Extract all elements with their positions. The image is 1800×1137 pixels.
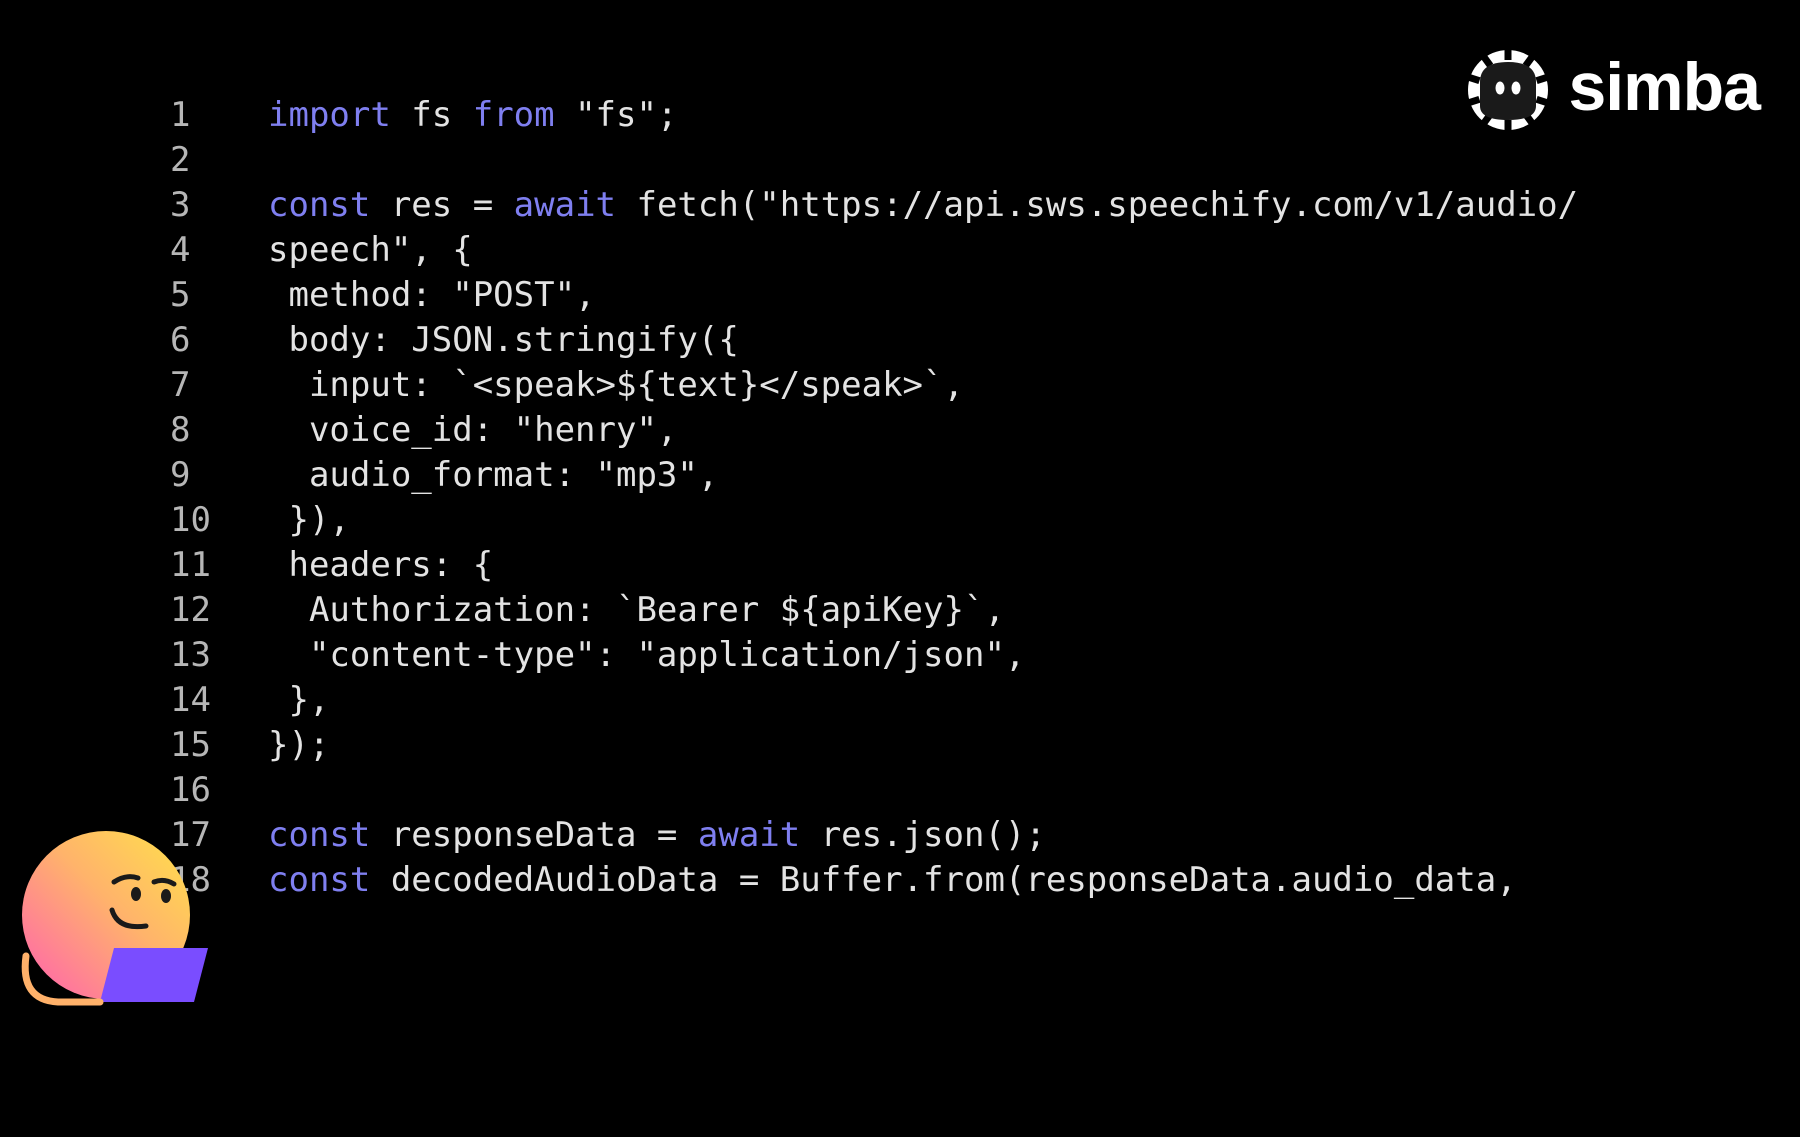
line-number: 6 xyxy=(170,319,191,360)
line-number: 2 xyxy=(170,139,191,180)
code-token: }), xyxy=(268,499,350,540)
code-text: voice_id: "henry", xyxy=(268,410,677,450)
code-token: res = xyxy=(370,184,514,225)
code-text: Authorization: `Bearer ${apiKey}`, xyxy=(268,590,1005,630)
code-line: 6 body: JSON.stringify({ xyxy=(170,317,1578,362)
line-number: 3 xyxy=(170,184,191,225)
code-text: method: "POST", xyxy=(268,274,596,315)
code-line: 14 }, xyxy=(170,677,1578,722)
code-line: 9 audio_format: "mp3", xyxy=(170,452,1578,497)
code-token: audio_format: "mp3", xyxy=(268,454,719,495)
code-token: decodedAudioData = Buffer.from(responseD… xyxy=(370,859,1517,900)
code-line: 15}); xyxy=(170,722,1578,767)
brand-name: simba xyxy=(1568,49,1761,125)
code-block: 1 import fs from "fs"; 2 3 const res = await… xyxy=(170,92,1578,902)
code-token: body: JSON.stringify({ xyxy=(268,319,739,360)
code-line: 5 method: "POST", xyxy=(170,272,1578,317)
line-number: 16 xyxy=(170,769,211,810)
code-text: headers: { xyxy=(268,545,493,585)
code-text: const res = await fetch("https://api.sws… xyxy=(268,185,1578,225)
code-keyword: import xyxy=(268,94,391,135)
code-line: 7 input: `<speak>${text}</speak>`, xyxy=(170,362,1578,407)
code-text: body: JSON.stringify({ xyxy=(268,319,739,360)
code-text: input: `<speak>${text}</speak>`, xyxy=(268,365,964,405)
code-line: 12 Authorization: `Bearer ${apiKey}`, xyxy=(170,587,1578,632)
code-token: }, xyxy=(268,679,330,720)
line-number: 8 xyxy=(170,409,191,450)
code-token: fetch("https://api.sws.speechify.com/v1/… xyxy=(616,184,1579,225)
line-number: 4 xyxy=(170,229,191,270)
code-keyword: await xyxy=(697,814,801,855)
code-token: responseData = xyxy=(370,814,698,855)
code-token: "content-type": "application/json", xyxy=(268,634,1026,675)
code-token: fs xyxy=(390,94,473,135)
code-token: method: "POST", xyxy=(268,274,596,315)
code-keyword: const xyxy=(268,184,371,225)
code-text: import fs from "fs"; xyxy=(268,95,677,135)
line-number: 12 xyxy=(170,589,211,630)
code-line: 13 "content-type": "application/json", xyxy=(170,632,1578,677)
code-line: 10 }), xyxy=(170,497,1578,542)
line-number: 15 xyxy=(170,724,211,765)
code-token: "fs"; xyxy=(554,94,678,135)
line-number: 11 xyxy=(170,544,211,585)
code-keyword: const xyxy=(268,859,371,900)
code-keyword: await xyxy=(513,184,617,225)
code-text: }), xyxy=(268,499,350,540)
code-token: }); xyxy=(268,724,330,765)
code-line: 2 xyxy=(170,137,1578,182)
code-token: headers: { xyxy=(268,544,494,585)
code-text: speech", { xyxy=(268,230,473,270)
code-token: speech", { xyxy=(268,229,473,270)
code-keyword: const xyxy=(268,814,371,855)
code-text: }, xyxy=(268,680,329,720)
line-number: 1 xyxy=(170,94,191,135)
code-text: "content-type": "application/json", xyxy=(268,635,1025,675)
code-line: 8 voice_id: "henry", xyxy=(170,407,1578,452)
line-number: 9 xyxy=(170,454,191,495)
code-line: 16 xyxy=(170,767,1578,812)
line-number: 14 xyxy=(170,679,211,720)
code-text: const responseData = await res.json(); xyxy=(268,815,1046,855)
code-token: voice_id: "henry", xyxy=(268,409,678,450)
code-line: 4 speech", { xyxy=(170,227,1578,272)
line-number: 5 xyxy=(170,274,191,315)
code-line: 11 headers: { xyxy=(170,542,1578,587)
code-line: 18 const decodedAudioData = Buffer.from(r… xyxy=(170,857,1578,902)
code-token: input: `<speak>${text}</speak>`, xyxy=(268,364,964,405)
code-line: 1 import fs from "fs"; xyxy=(170,92,1578,137)
code-token: res.json(); xyxy=(800,814,1046,855)
code-text: audio_format: "mp3", xyxy=(268,455,718,495)
code-token: Authorization: `Bearer ${apiKey}`, xyxy=(268,589,1005,630)
code-line: 17 const responseData = await res.json(); xyxy=(170,812,1578,857)
code-line: 3 const res = await fetch("https://api.sw… xyxy=(170,182,1578,227)
thinking-emoji-with-laptop-icon xyxy=(21,831,208,1006)
code-text: }); xyxy=(268,725,329,765)
line-number: 13 xyxy=(170,634,211,675)
line-number: 10 xyxy=(170,499,211,540)
line-number: 7 xyxy=(170,364,191,405)
code-text: const decodedAudioData = Buffer.from(res… xyxy=(268,860,1517,900)
code-keyword: from xyxy=(472,94,555,135)
